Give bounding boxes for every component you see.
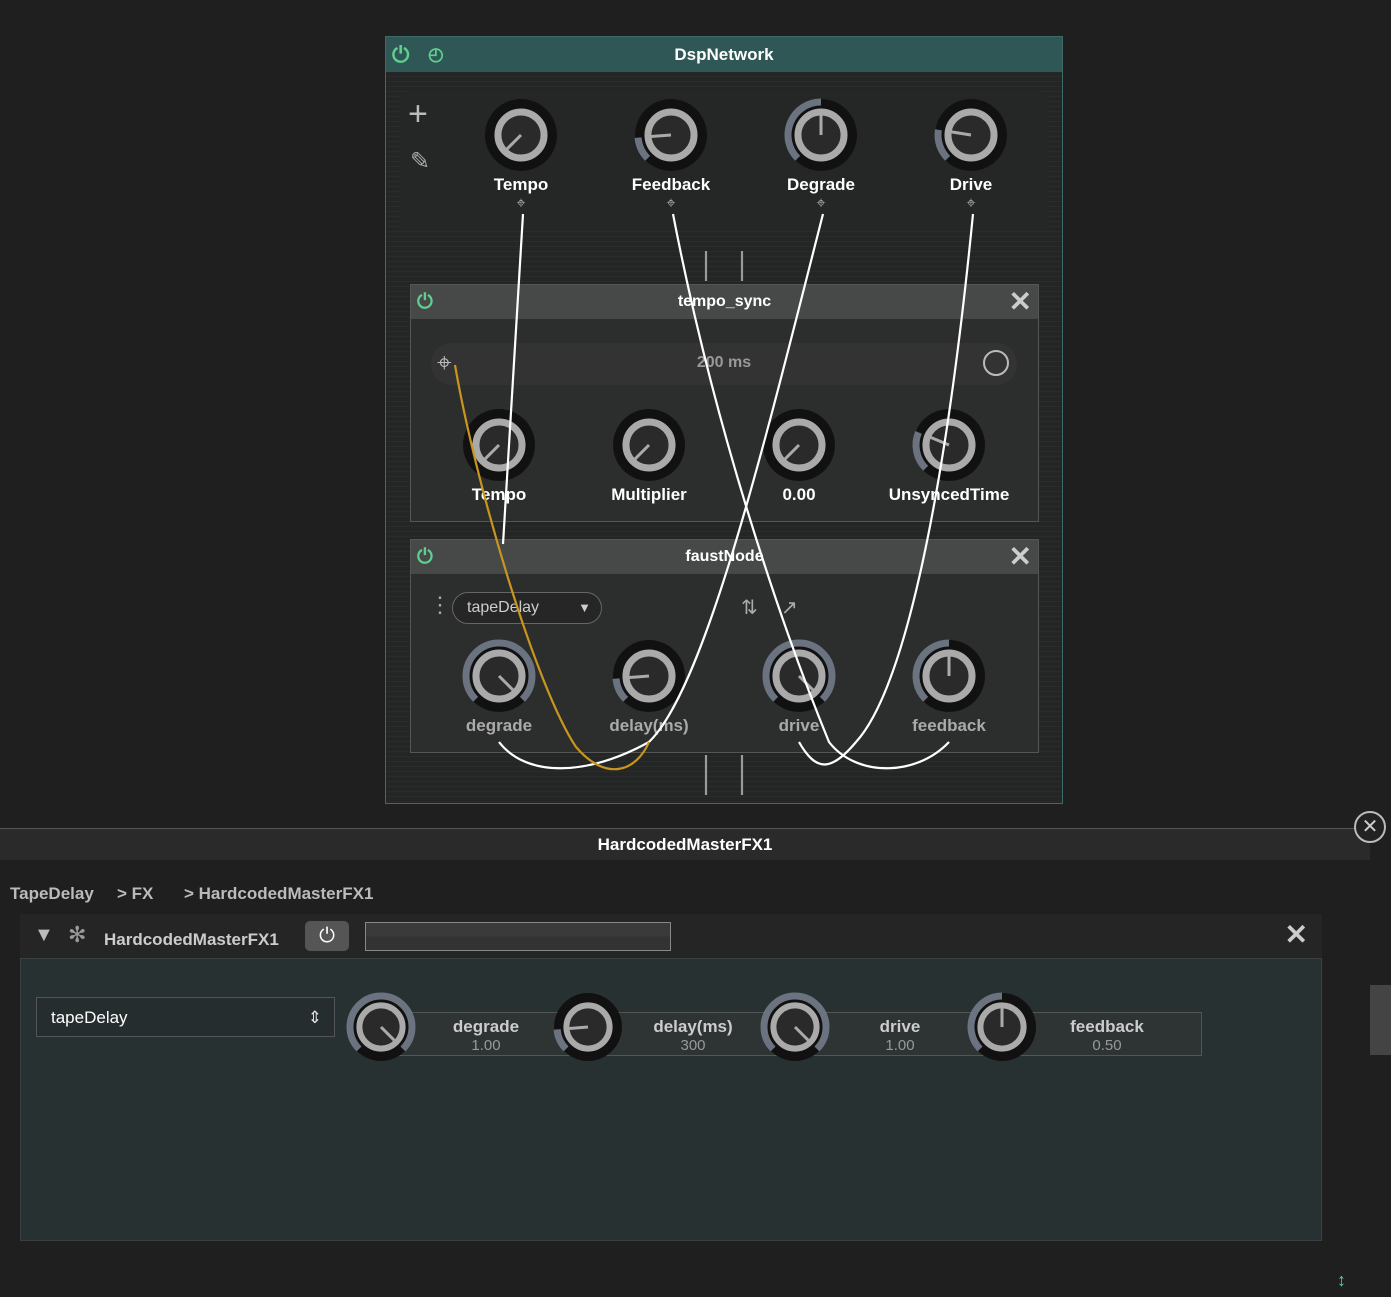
- module-star-icon: ✻: [68, 922, 87, 947]
- bypass-button[interactable]: ⏻: [305, 921, 349, 951]
- level-meter: [365, 922, 671, 951]
- knob-graphic[interactable]: [345, 991, 417, 1063]
- close-icon[interactable]: ✕: [1285, 918, 1308, 951]
- knob-graphic[interactable]: [552, 991, 624, 1063]
- close-panel-icon[interactable]: ✕: [1354, 811, 1386, 843]
- cable: [671, 213, 950, 770]
- param-box[interactable]: feedback 0.50: [1012, 1012, 1202, 1056]
- effect-selector[interactable]: tapeDelay ⇕: [36, 997, 335, 1037]
- updown-arrows-icon: ⇕: [307, 1008, 322, 1027]
- panel-header: HardcodedMasterFX1: [0, 828, 1370, 860]
- module-name: HardcodedMasterFX1: [104, 930, 279, 949]
- cable: [498, 213, 825, 770]
- breadcrumb-item[interactable]: > FX: [117, 884, 153, 904]
- knob-graphic[interactable]: [966, 991, 1038, 1063]
- module-header: ▼ ✻ HardcodedMasterFX1 ⏻ ✕: [20, 914, 1322, 958]
- module-body: tapeDelay ⇕ degrade 1.00 delay(ms) 300 drive 1…: [20, 958, 1322, 1241]
- resize-handle-icon[interactable]: ↕: [1337, 1270, 1346, 1291]
- modulation-cable: [453, 364, 651, 771]
- knob-graphic[interactable]: [759, 991, 831, 1063]
- collapse-triangle-icon[interactable]: ▼: [34, 924, 54, 947]
- cable: [501, 213, 525, 545]
- breadcrumb-item[interactable]: > HardcodedMasterFX1: [184, 884, 373, 904]
- param-value: 0.50: [1092, 1037, 1122, 1054]
- io-pins: [704, 251, 744, 795]
- dsp-network: ⏻ ◴ DspNetwork + ✎ Tempo ⌖ Feedback ⌖ Degrad…: [385, 36, 1063, 804]
- param-name: feedback: [1070, 1017, 1144, 1036]
- cables: [453, 213, 975, 795]
- cable: [798, 213, 975, 766]
- scrollbar[interactable]: [1370, 985, 1391, 1055]
- effect-selector-value: tapeDelay: [51, 1008, 128, 1027]
- panel-title: HardcodedMasterFX1: [597, 835, 773, 854]
- breadcrumb-item[interactable]: TapeDelay: [10, 884, 94, 904]
